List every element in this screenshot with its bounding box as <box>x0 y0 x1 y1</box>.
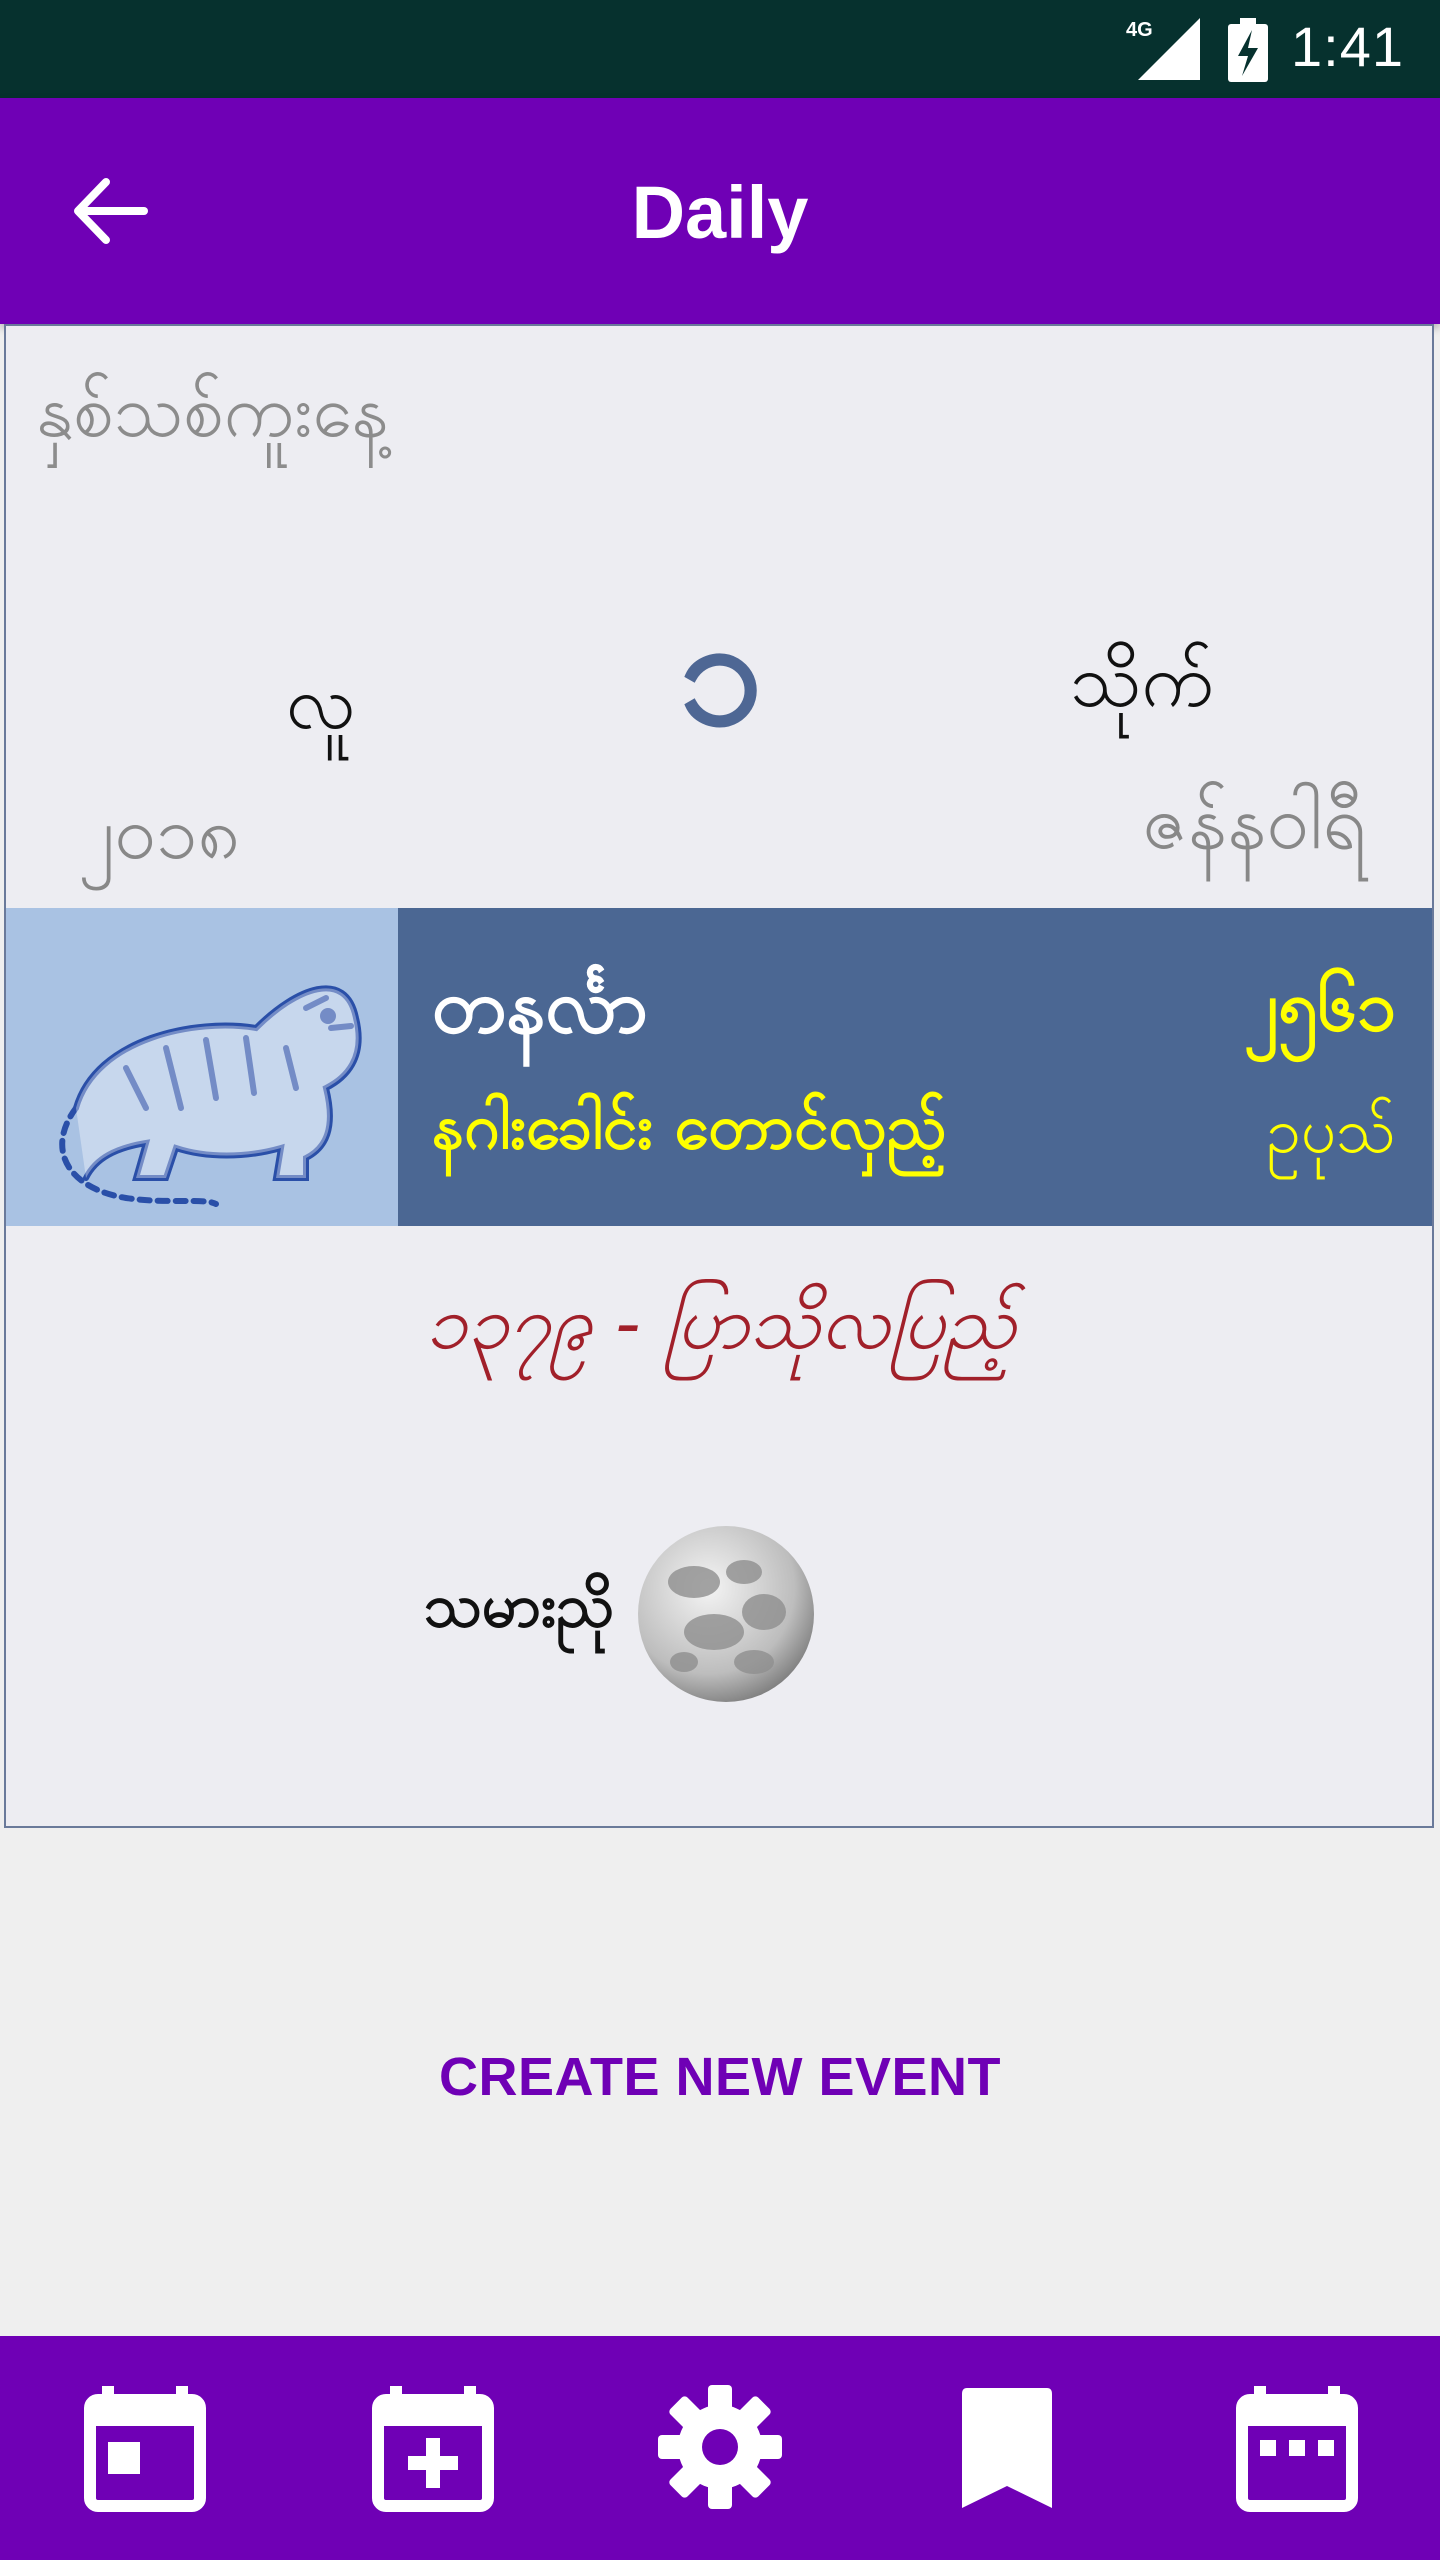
network-type-label: 4G <box>1126 19 1153 41</box>
buddhist-year: ၂၅၆၁ <box>1243 965 1396 1047</box>
date-card: နှစ်သစ်ကူးနေ့ ၁ လူ သိုက် ၂၀၁၈ ဇန်နဝါရီ တ… <box>4 324 1434 1828</box>
tiger-image <box>6 908 398 1226</box>
month-short-label: သိုက် <box>1070 638 1214 724</box>
calendar-month-icon[interactable] <box>1232 2382 1362 2512</box>
app-bar: Daily <box>0 98 1440 324</box>
gregorian-month: ဇန်နဝါရီ <box>1142 777 1366 866</box>
status-bar: 4G 1:41 <box>0 0 1440 98</box>
status-time: 1:41 <box>1291 15 1404 78</box>
tiger-icon <box>59 985 362 1207</box>
signal-icon: 4G <box>1126 18 1200 80</box>
gregorian-year: ၂၀၁၈ <box>78 790 240 876</box>
bookmark-icon[interactable] <box>942 2382 1072 2512</box>
moon-phase-label: သမားညို <box>424 1571 615 1641</box>
gear-icon[interactable] <box>655 2382 785 2512</box>
zodiac-band: တနင်္လာ နဂါးခေါင်း တောင်လှည့် ၂၅၆၁ ဥပုသ် <box>6 908 1432 1226</box>
create-event-button[interactable]: CREATE NEW EVENT <box>0 2046 1440 2108</box>
festival-label: ၁၃၇၉ - ပြာသိုလပြည့် <box>425 1280 1017 1366</box>
calendar-day-icon[interactable] <box>80 2382 210 2512</box>
holiday-header: နှစ်သစ်ကူးနေ့ <box>36 369 389 453</box>
calendar-add-icon[interactable] <box>368 2382 498 2512</box>
bottom-nav <box>0 2336 1440 2560</box>
sabbath-label: ဥပုသ် <box>1266 1094 1396 1167</box>
battery-charging-icon <box>1228 18 1268 82</box>
day-number: ၁ <box>678 585 764 759</box>
zodiac-name: တနင်္လာ <box>432 961 648 1050</box>
full-moon-icon <box>638 1526 814 1702</box>
zodiac-direction: နဂါးခေါင်း တောင်လှည့် <box>432 1090 947 1163</box>
page-title: Daily <box>631 171 809 254</box>
weekday-label: လူ <box>286 660 356 746</box>
